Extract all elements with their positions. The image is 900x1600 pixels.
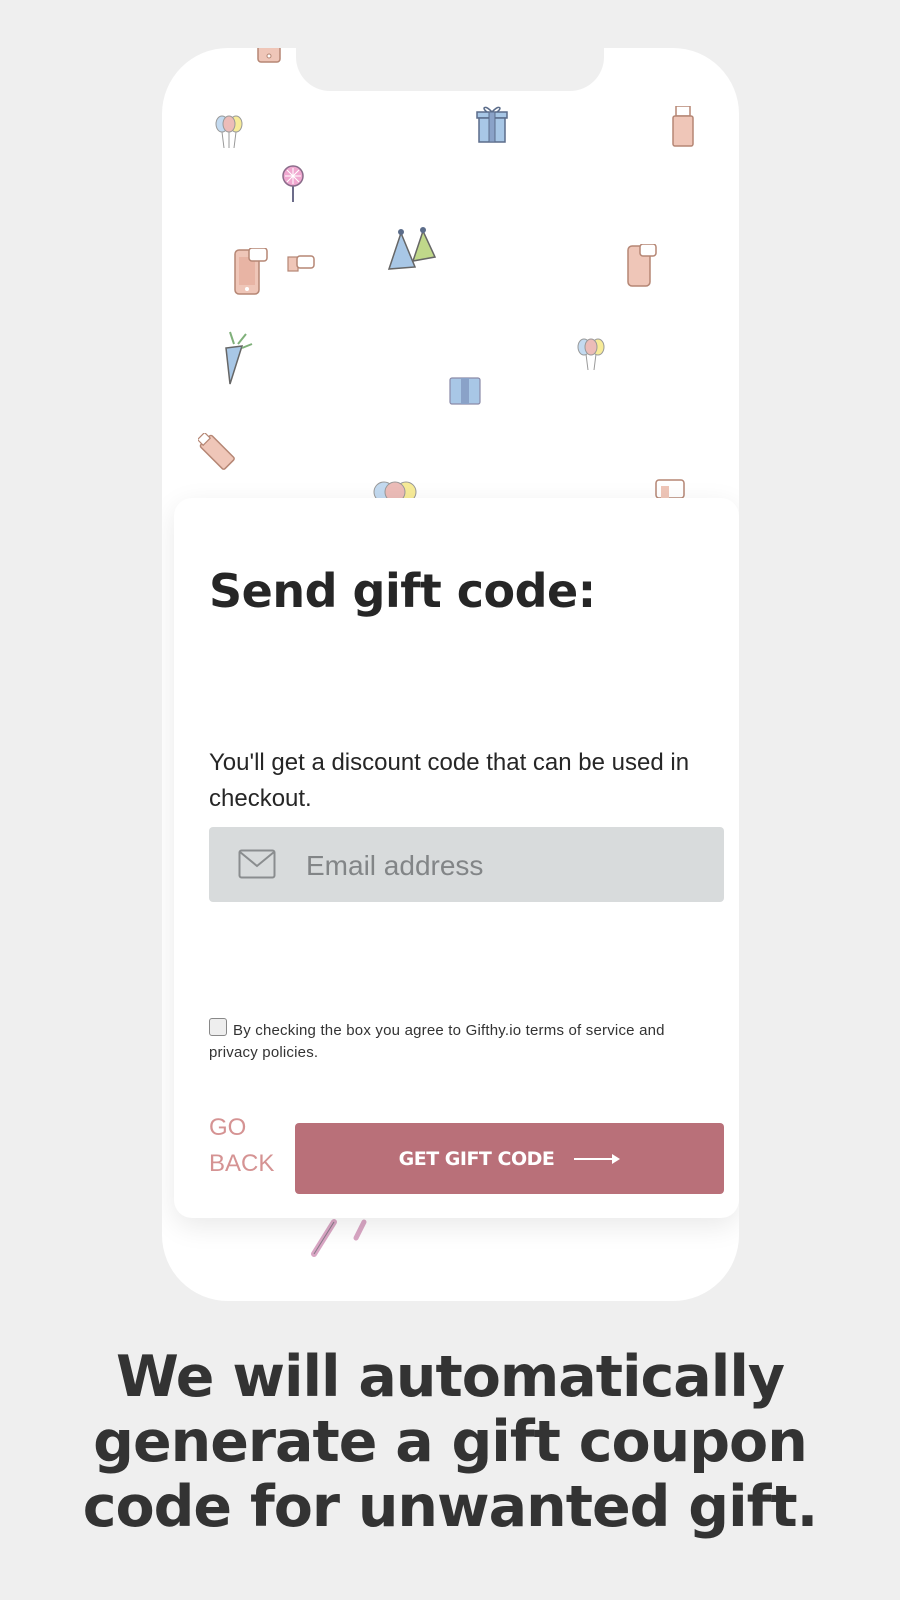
party-popper-icon — [225, 331, 253, 385]
consent-label: By checking the box you agree to Gifthy.… — [209, 1022, 665, 1061]
chat-bubble-icon — [287, 255, 315, 272]
get-gift-code-button[interactable]: GET GIFT CODE — [295, 1123, 724, 1194]
send-gift-card: Send gift code: You'll get a discount co… — [174, 498, 739, 1218]
consent-row: By checking the box you agree to Gifthy.… — [209, 1018, 714, 1064]
balloons-icon — [373, 481, 417, 500]
lollipop-icon — [282, 165, 304, 202]
balloons-icon — [577, 338, 605, 371]
consent-checkbox[interactable] — [209, 1018, 227, 1036]
phone-frame: Send gift code: You'll get a discount co… — [162, 48, 739, 1301]
marketing-tagline: We will automatically generate a gift co… — [82, 1344, 819, 1540]
balloons-icon — [215, 115, 243, 149]
email-field-container[interactable] — [209, 827, 724, 904]
mail-icon — [238, 849, 276, 879]
chat-bubble-icon — [655, 479, 685, 498]
phone-notch — [296, 48, 604, 91]
usb-drive-icon — [672, 106, 694, 147]
usb-drive-icon — [198, 433, 235, 470]
email-input[interactable] — [304, 827, 708, 904]
arrow-right-icon — [574, 1153, 621, 1165]
card-title: Send gift code: — [209, 564, 596, 618]
party-popper-icon — [311, 1219, 367, 1257]
phone-icon — [234, 248, 268, 295]
go-back-link[interactable]: GO BACK — [209, 1110, 289, 1182]
gift-box-icon — [476, 106, 508, 143]
phone-icon — [627, 244, 657, 287]
get-gift-code-label: GET GIFT CODE — [398, 1147, 555, 1170]
party-hats-icon — [387, 227, 437, 270]
usb-drive-icon — [257, 48, 281, 63]
gift-box-icon — [449, 377, 481, 405]
card-description: You'll get a discount code that can be u… — [209, 749, 690, 812]
